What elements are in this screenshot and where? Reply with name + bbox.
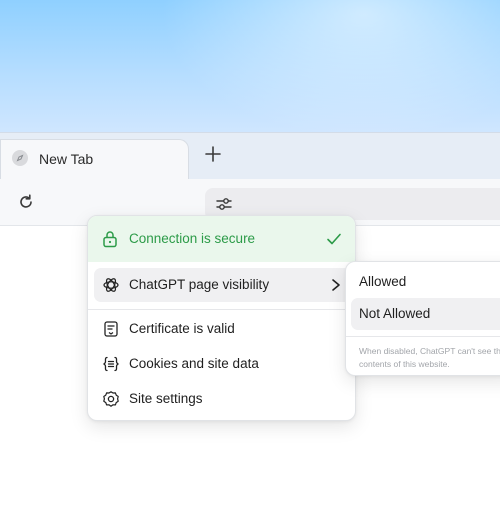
chatgpt-icon: [102, 276, 120, 294]
visibility-submenu: Allowed Not Allowed When disabled, ChatG…: [345, 261, 500, 376]
sliders-icon: [216, 198, 232, 210]
background-glow: [160, 0, 500, 140]
site-info-popover: Connection is secure ChatGPT page visibi…: [87, 215, 356, 421]
option-allowed[interactable]: Allowed: [351, 266, 500, 298]
reload-icon: [20, 194, 32, 208]
menu-item-label: Site settings: [129, 391, 203, 406]
connection-status-label: Connection is secure: [129, 231, 256, 246]
reload-button[interactable]: [17, 193, 35, 211]
tab-strip: New Tab: [0, 132, 500, 181]
help-text-line: When disabled, ChatGPT can't see th: [359, 346, 500, 356]
menu-item-site-settings[interactable]: Site settings: [94, 382, 351, 416]
menu-item-certificate[interactable]: Certificate is valid: [94, 312, 351, 346]
menu-divider: [88, 309, 355, 310]
submenu-divider: [346, 336, 500, 337]
help-text-line: contents of this website.: [359, 359, 450, 369]
menu-item-label: ChatGPT page visibility: [129, 277, 270, 292]
compass-icon: [12, 150, 28, 166]
connection-status-row[interactable]: Connection is secure: [88, 216, 355, 262]
plus-icon: [205, 146, 221, 162]
tab-new-tab[interactable]: New Tab: [0, 139, 189, 181]
option-label: Allowed: [359, 274, 407, 289]
lock-icon: [102, 230, 118, 253]
menu-item-label: Certificate is valid: [129, 321, 235, 336]
site-info-button[interactable]: [215, 195, 233, 213]
gear-icon: [102, 390, 120, 408]
certificate-icon: [102, 320, 120, 338]
menu-item-chatgpt-visibility[interactable]: ChatGPT page visibility: [94, 268, 351, 302]
checkmark-icon: [325, 230, 343, 253]
cookies-icon: [102, 355, 120, 373]
submenu-help-text: When disabled, ChatGPT can't see th cont…: [359, 345, 500, 371]
desktop-background: [0, 0, 500, 140]
option-not-allowed[interactable]: Not Allowed: [351, 298, 500, 330]
menu-item-label: Cookies and site data: [129, 356, 259, 371]
option-label: Not Allowed: [359, 306, 431, 321]
chevron-right-icon: [330, 278, 342, 297]
menu-item-cookies[interactable]: Cookies and site data: [94, 347, 351, 381]
tab-title: New Tab: [39, 151, 94, 167]
new-tab-button[interactable]: [202, 143, 224, 165]
